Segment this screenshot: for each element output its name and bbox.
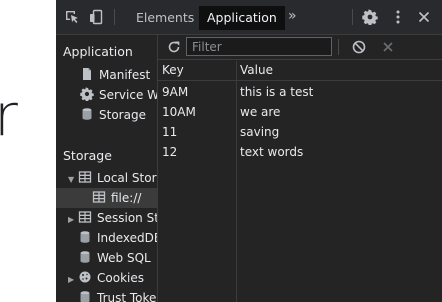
sidebar-item-label: file:// bbox=[111, 191, 142, 205]
database-icon bbox=[78, 250, 92, 264]
device-toolbar-icon[interactable] bbox=[88, 9, 104, 25]
toolbar-separator bbox=[114, 9, 115, 25]
sidebar-item-label: Storage bbox=[99, 108, 146, 122]
grid-table-icon bbox=[78, 170, 92, 184]
sidebar-item-label: Session Sto bbox=[97, 211, 157, 225]
sidebar-item-label: Service Wo bbox=[99, 88, 158, 102]
delete-selected-icon[interactable] bbox=[380, 39, 396, 55]
gear-icon[interactable] bbox=[362, 9, 378, 26]
sidebar-heading-application: Application bbox=[63, 44, 133, 59]
sidebar-item-label: IndexedDB bbox=[97, 231, 158, 245]
sidebar-item-trust-tokens[interactable]: Trust Token bbox=[78, 288, 158, 302]
value-cell: saving bbox=[240, 125, 280, 139]
sidebar-item-local-storage[interactable]: ▼ Local Stora bbox=[68, 168, 158, 190]
refresh-icon[interactable] bbox=[166, 39, 182, 55]
table-row[interactable]: 10AM we are bbox=[158, 102, 442, 122]
more-options-kebab-icon[interactable] bbox=[390, 9, 406, 25]
sidebar-item-label: Web SQL bbox=[97, 251, 151, 265]
devtools-toolbar: Elements Application » bbox=[56, 0, 442, 35]
key-cell: 12 bbox=[162, 145, 178, 159]
document-icon bbox=[80, 67, 94, 81]
sidebar-item-service-workers[interactable]: Service Wo bbox=[80, 85, 158, 105]
column-header-value[interactable]: Value bbox=[240, 63, 273, 77]
gear-icon bbox=[80, 87, 94, 102]
value-cell: we are bbox=[240, 105, 281, 119]
toolbar-separator bbox=[352, 9, 353, 25]
sidebar-item-file-origin[interactable]: file:// bbox=[56, 188, 157, 208]
sidebar-item-indexeddb[interactable]: IndexedDB bbox=[78, 228, 158, 248]
sidebar-item-label: Trust Token bbox=[97, 291, 158, 302]
close-devtools-icon[interactable] bbox=[416, 9, 432, 25]
sidebar-item-web-sql[interactable]: Web SQL bbox=[78, 248, 151, 268]
table-row[interactable]: 11 saving bbox=[158, 122, 442, 142]
table-row[interactable]: 12 text words bbox=[158, 142, 442, 162]
page-text-fragment: r bbox=[0, 81, 18, 149]
sidebar-item-label: Cookies bbox=[97, 271, 144, 285]
sidebar-item-manifest[interactable]: Manifest bbox=[80, 65, 150, 85]
cookie-icon bbox=[78, 270, 92, 284]
column-header-key[interactable]: Key bbox=[162, 63, 184, 77]
application-sidebar: Application Manifest Service Wo Storage … bbox=[56, 35, 158, 302]
clear-all-icon[interactable] bbox=[351, 39, 367, 55]
sidebar-item-label: Local Stora bbox=[97, 171, 158, 185]
storage-toolbar bbox=[158, 35, 442, 60]
database-icon bbox=[78, 230, 92, 244]
key-cell: 9AM bbox=[162, 85, 189, 99]
sidebar-item-session-storage[interactable]: ▶ Session Sto bbox=[68, 208, 157, 230]
storage-table: Key Value 9AM this is a test 10AM we are… bbox=[158, 61, 442, 302]
inspected-page: r bbox=[0, 0, 56, 302]
local-storage-view: Key Value 9AM this is a test 10AM we are… bbox=[158, 35, 442, 302]
table-row[interactable]: 9AM this is a test bbox=[158, 82, 442, 102]
value-cell: text words bbox=[240, 145, 304, 159]
inspect-element-icon[interactable] bbox=[64, 9, 80, 25]
key-cell: 11 bbox=[162, 125, 178, 139]
database-icon bbox=[78, 290, 92, 302]
toolbar-separator bbox=[338, 39, 339, 55]
sidebar-item-label: Manifest bbox=[99, 68, 151, 82]
database-icon bbox=[80, 107, 94, 121]
value-cell: this is a test bbox=[240, 85, 314, 99]
more-tabs-chevron-icon[interactable]: » bbox=[288, 8, 297, 24]
tab-elements[interactable]: Elements bbox=[128, 6, 202, 30]
collapsed-arrow-icon[interactable]: ▶ bbox=[68, 270, 78, 290]
expanded-arrow-icon[interactable]: ▼ bbox=[68, 170, 78, 190]
sidebar-item-storage[interactable]: Storage bbox=[80, 105, 146, 125]
grid-table-icon bbox=[92, 190, 106, 204]
filter-input[interactable] bbox=[186, 37, 332, 56]
header-divider bbox=[158, 80, 442, 81]
key-cell: 10AM bbox=[162, 105, 196, 119]
collapsed-arrow-icon[interactable]: ▶ bbox=[68, 210, 78, 230]
sidebar-heading-storage: Storage bbox=[63, 148, 112, 163]
tab-application[interactable]: Application bbox=[199, 6, 285, 30]
grid-table-icon bbox=[78, 210, 92, 224]
sidebar-item-cookies[interactable]: ▶ Cookies bbox=[68, 268, 144, 288]
devtools-panel: Elements Application » Application Manif… bbox=[56, 0, 442, 302]
